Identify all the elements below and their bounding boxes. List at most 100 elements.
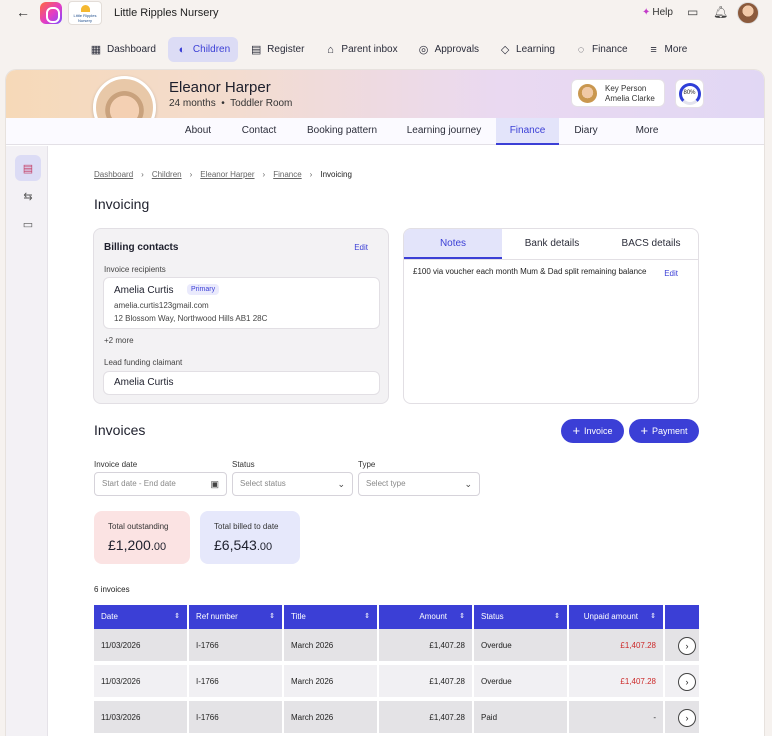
nav-more[interactable]: ≡ More <box>640 37 696 62</box>
key-person-title: Key Person <box>605 84 647 93</box>
primary-badge: Primary <box>187 284 220 295</box>
status-select[interactable]: Select status ⌄ <box>232 472 353 496</box>
menu-icon: ≡ <box>650 43 657 56</box>
user-avatar[interactable] <box>737 2 759 24</box>
table-row[interactable]: 11/03/2026 I-1766 March 2026 £1,407.28 P… <box>94 701 699 735</box>
breadcrumb: Dashboard › Children › Eleanor Harper › Fin… <box>94 170 352 179</box>
type-placeholder: Select type <box>366 479 406 488</box>
total-billed-card: Total billed to date £6,543.00 <box>200 511 300 564</box>
sort-icon: ⇕ <box>459 613 465 620</box>
column-ref-number[interactable]: Ref number ⇕ <box>189 605 284 629</box>
sort-icon: ⇕ <box>650 613 656 620</box>
invoice-count: 6 invoices <box>94 585 130 594</box>
nav-children[interactable]: ◐ Children <box>167 37 239 62</box>
billed-pence: .00 <box>256 541 273 553</box>
finance-side-rail: ▤ ⇆ ▭ <box>6 146 48 736</box>
cell-title: March 2026 <box>284 665 379 699</box>
main-nav: ▦ Dashboard ◐ Children ▤ Register ⌂ Parent i… <box>82 37 695 62</box>
cell-date: 11/03/2026 <box>94 665 189 699</box>
recipient-card[interactable]: Amelia Curtis Primary amelia.curtis123gm… <box>103 277 380 329</box>
key-person-card[interactable]: Key Person Amelia Clarke <box>571 79 665 107</box>
currency-symbol: £ <box>214 537 222 553</box>
chevron-right-icon[interactable]: › <box>678 637 696 655</box>
tab-contact[interactable]: Contact <box>229 118 289 145</box>
page-title: Invoicing <box>94 196 150 212</box>
nav-label: Finance <box>591 44 628 55</box>
nav-label: Dashboard <box>107 44 156 55</box>
notes-edit-button[interactable]: Edit <box>664 269 678 278</box>
sort-icon: ⇕ <box>554 613 560 620</box>
column-status[interactable]: Status ⇕ <box>474 605 569 629</box>
breadcrumb-separator: › <box>189 170 193 179</box>
lead-funding-claimant[interactable]: Amelia Curtis <box>103 371 380 395</box>
invoicing-icon[interactable]: ▤ <box>15 155 41 181</box>
status-placeholder: Select status <box>240 479 286 488</box>
invoice-date-range-input[interactable]: Start date - End date ▣ <box>94 472 227 496</box>
column-date[interactable]: Date ⇕ <box>94 605 189 629</box>
tab-finance[interactable]: Finance <box>496 118 559 145</box>
billing-contacts-card: Billing contacts Edit Invoice recipients… <box>93 228 389 404</box>
tab-about[interactable]: About <box>172 118 224 145</box>
add-payment-button[interactable]: + Payment <box>629 419 699 443</box>
column-title[interactable]: Title ⇕ <box>284 605 379 629</box>
cell-amount: £1,407.28 <box>379 629 474 663</box>
nav-parent-inbox[interactable]: ⌂ Parent inbox <box>316 37 405 62</box>
transfer-icon[interactable]: ⇆ <box>15 183 41 209</box>
tab-notes[interactable]: Notes <box>404 229 502 259</box>
nav-dashboard[interactable]: ▦ Dashboard <box>82 37 164 62</box>
tab-booking-pattern[interactable]: Booking pattern <box>296 118 388 145</box>
tab-bank-details[interactable]: Bank details <box>502 229 602 259</box>
message-icon[interactable]: ▭ <box>687 5 698 19</box>
children-icon: ◐ <box>178 43 186 56</box>
tab-diary[interactable]: Diary <box>562 118 610 145</box>
total-outstanding-label: Total outstanding <box>108 522 169 531</box>
chevron-right-icon[interactable]: › <box>678 673 696 691</box>
nav-approvals[interactable]: ◎ Approvals <box>410 37 487 62</box>
nav-finance[interactable]: ◌ Finance <box>567 37 636 62</box>
nav-register[interactable]: ▤ Register <box>242 37 312 62</box>
type-select[interactable]: Select type ⌄ <box>358 472 480 496</box>
invoices-title: Invoices <box>94 422 146 438</box>
billing-title: Billing contacts <box>104 242 179 253</box>
back-arrow-icon[interactable]: ← <box>16 4 30 20</box>
table-row[interactable]: 11/03/2026 I-1766 March 2026 £1,407.28 O… <box>94 665 699 699</box>
recipient-email: amelia.curtis123gmail.com <box>114 301 209 310</box>
tab-learning-journey[interactable]: Learning journey <box>398 118 490 145</box>
status-filter-label: Status <box>232 460 255 469</box>
tab-more[interactable]: More <box>623 118 671 145</box>
sort-icon: ⇕ <box>174 613 180 620</box>
nav-label: Register <box>267 44 305 55</box>
cell-title: March 2026 <box>284 629 379 663</box>
breadcrumb-children[interactable]: Children <box>152 170 182 179</box>
notes-text: £100 via voucher each month Mum & Dad sp… <box>413 267 647 276</box>
child-meta: 24 months • Toddler Room <box>169 98 293 109</box>
completion-gauge[interactable]: 80% <box>675 79 704 108</box>
notes-card: Notes Bank details BACS details £100 via… <box>403 228 699 404</box>
chevron-right-icon[interactable]: › <box>678 709 696 727</box>
breadcrumb-child[interactable]: Eleanor Harper <box>200 170 254 179</box>
column-amount[interactable]: Amount ⇕ <box>379 605 474 629</box>
nursery-logo-text: Little Ripples Nursery <box>73 13 97 23</box>
nav-learning[interactable]: ◇ Learning <box>491 37 563 62</box>
billed-pounds: 6,543 <box>221 537 257 553</box>
tab-bacs-details[interactable]: BACS details <box>602 229 698 259</box>
gauge-value: 80% <box>683 90 696 96</box>
breadcrumb-finance[interactable]: Finance <box>273 170 301 179</box>
card-icon[interactable]: ▭ <box>15 211 41 237</box>
more-recipients-link[interactable]: +2 more <box>104 336 134 345</box>
add-invoice-button[interactable]: + Invoice <box>561 419 624 443</box>
billing-edit-button[interactable]: Edit <box>354 243 368 252</box>
bell-icon[interactable]: 🔔︎ <box>713 5 728 19</box>
check-circle-icon: ◎ <box>418 44 429 56</box>
column-unpaid-amount[interactable]: Unpaid amount ⇕ <box>569 605 665 629</box>
table-row[interactable]: 11/03/2026 I-1766 March 2026 £1,407.28 O… <box>94 629 699 663</box>
key-person-name: Amelia Clarke <box>605 94 655 103</box>
help-button[interactable]: ✦ Help <box>642 7 673 18</box>
breadcrumb-dashboard[interactable]: Dashboard <box>94 170 133 179</box>
type-filter-label: Type <box>358 460 376 469</box>
piggy-bank-icon: ◌ <box>577 43 585 56</box>
app-logo[interactable] <box>40 2 62 24</box>
child-room: Toddler Room <box>230 98 293 109</box>
grid-icon: ▦ <box>90 44 102 56</box>
cell-status: Paid <box>474 701 569 735</box>
